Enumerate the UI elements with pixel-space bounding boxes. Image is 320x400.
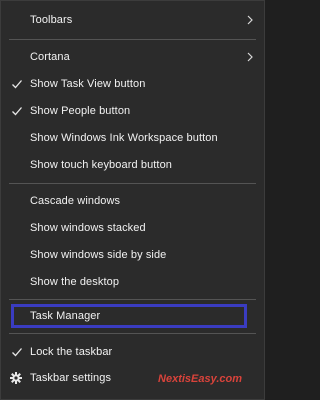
menu-item-cortana[interactable]: Cortana	[1, 44, 264, 70]
menu-item-task-manager[interactable]: Task Manager	[1, 303, 264, 329]
menu-item-windows-side-by-side[interactable]: Show windows side by side	[1, 242, 264, 268]
menu-item-windows-stacked[interactable]: Show windows stacked	[1, 215, 264, 241]
menu-item-show-ink-workspace[interactable]: Show Windows Ink Workspace button	[1, 125, 264, 151]
menu-item-label: Lock the taskbar	[30, 346, 113, 358]
menu-item-show-task-view[interactable]: Show Task View button	[1, 71, 264, 97]
menu-item-cascade-windows[interactable]: Cascade windows	[1, 188, 264, 214]
menu-item-label: Task Manager	[30, 310, 101, 322]
checkmark-icon	[12, 107, 22, 116]
gear-icon	[10, 372, 22, 384]
menu-item-label: Taskbar settings	[30, 372, 112, 384]
menu-item-show-touch-keyboard[interactable]: Show touch keyboard button	[1, 152, 264, 178]
menu-item-label: Show People button	[30, 105, 131, 117]
menu-item-show-desktop[interactable]: Show the desktop	[1, 269, 264, 295]
menu-item-label: Show windows side by side	[30, 249, 167, 261]
site-watermark: NextisEasy.com	[158, 373, 242, 385]
chevron-right-icon	[247, 52, 253, 62]
menu-item-label: Cortana	[30, 51, 70, 63]
menu-item-show-people[interactable]: Show People button	[1, 98, 264, 124]
taskbar-context-menu: Toolbars Cortana Show Task View button S…	[0, 0, 265, 400]
menu-item-label: Show Task View button	[30, 78, 146, 90]
checkmark-icon	[12, 80, 22, 89]
menu-item-label: Toolbars	[30, 14, 73, 26]
menu-separator	[9, 299, 256, 300]
menu-item-toolbars[interactable]: Toolbars	[1, 7, 264, 33]
menu-item-label: Show touch keyboard button	[30, 159, 173, 171]
checkmark-icon	[12, 348, 22, 357]
menu-item-lock-taskbar[interactable]: Lock the taskbar	[1, 339, 264, 365]
menu-separator	[9, 39, 256, 40]
menu-item-label: Show Windows Ink Workspace button	[30, 132, 218, 144]
menu-separator	[9, 333, 256, 334]
menu-item-label: Show the desktop	[30, 276, 120, 288]
menu-item-label: Show windows stacked	[30, 222, 146, 234]
chevron-right-icon	[247, 15, 253, 25]
menu-item-label: Cascade windows	[30, 195, 121, 207]
menu-separator	[9, 183, 256, 184]
